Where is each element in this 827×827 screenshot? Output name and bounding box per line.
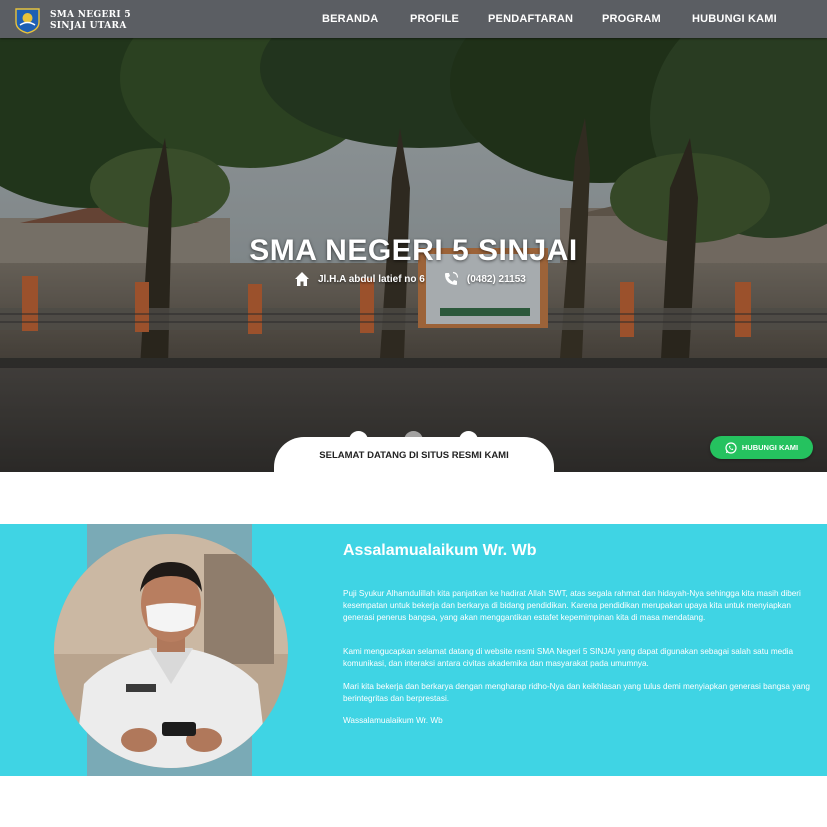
nav-program[interactable]: PROGRAM <box>602 13 661 25</box>
welcome-paragraph-3: Mari kita bekerja dan berkarya dengan me… <box>343 682 810 703</box>
brand-line-2: SINJAI UTARA <box>50 21 127 31</box>
nav-profile[interactable]: PROFILE <box>410 13 459 25</box>
whatsapp-icon <box>725 441 737 454</box>
navbar: SMA NEGERI 5 SINJAI UTARA BERANDA PROFIL… <box>0 0 827 38</box>
hero-phone: (0482) 21153 <box>466 273 526 285</box>
school-logo-icon[interactable] <box>14 6 41 34</box>
home-icon <box>295 272 309 286</box>
principal-welcome-section: Assalamualaikum Wr. Wb Puji Syukur Alham… <box>0 524 827 776</box>
greeting-heading: Assalamualaikum Wr. Wb <box>343 542 537 559</box>
brand-line-1: SMA NEGERI 5 <box>50 10 131 20</box>
hero-contact-info: Jl.H.A abdul latief no 6 (0482) 21153 <box>294 271 526 287</box>
welcome-tab: SELAMAT DATANG DI SITUS RESMI KAMI <box>274 437 554 477</box>
hero-title: SMA NEGERI 5 SINJAI <box>249 234 578 267</box>
nav-beranda[interactable]: BERANDA <box>322 13 378 25</box>
phone-icon <box>444 271 458 285</box>
brand-name[interactable]: SMA NEGERI 5 SINJAI UTARA <box>50 10 131 32</box>
hero-carousel: SMA NEGERI 5 SINJAI Jl.H.A abdul latief … <box>0 38 827 472</box>
hero-address: Jl.H.A abdul latief no 6 <box>318 273 425 285</box>
whatsapp-contact-button[interactable]: HUBUNGI KAMI <box>710 436 813 459</box>
welcome-paragraph-2: Kami mengucapkan selamat datang di websi… <box>343 647 794 668</box>
closing-salutation: Wassalamualaikum Wr. Wb <box>343 716 443 725</box>
welcome-paragraph-1: Puji Syukur Alhamdulillah kita panjatkan… <box>343 589 801 622</box>
nav-pendaftaran[interactable]: PENDAFTARAN <box>488 13 573 25</box>
principal-photo <box>54 534 288 768</box>
whatsapp-button-label: HUBUNGI KAMI <box>741 443 799 452</box>
nav-hubungi-kami[interactable]: HUBUNGI KAMI <box>692 13 777 25</box>
